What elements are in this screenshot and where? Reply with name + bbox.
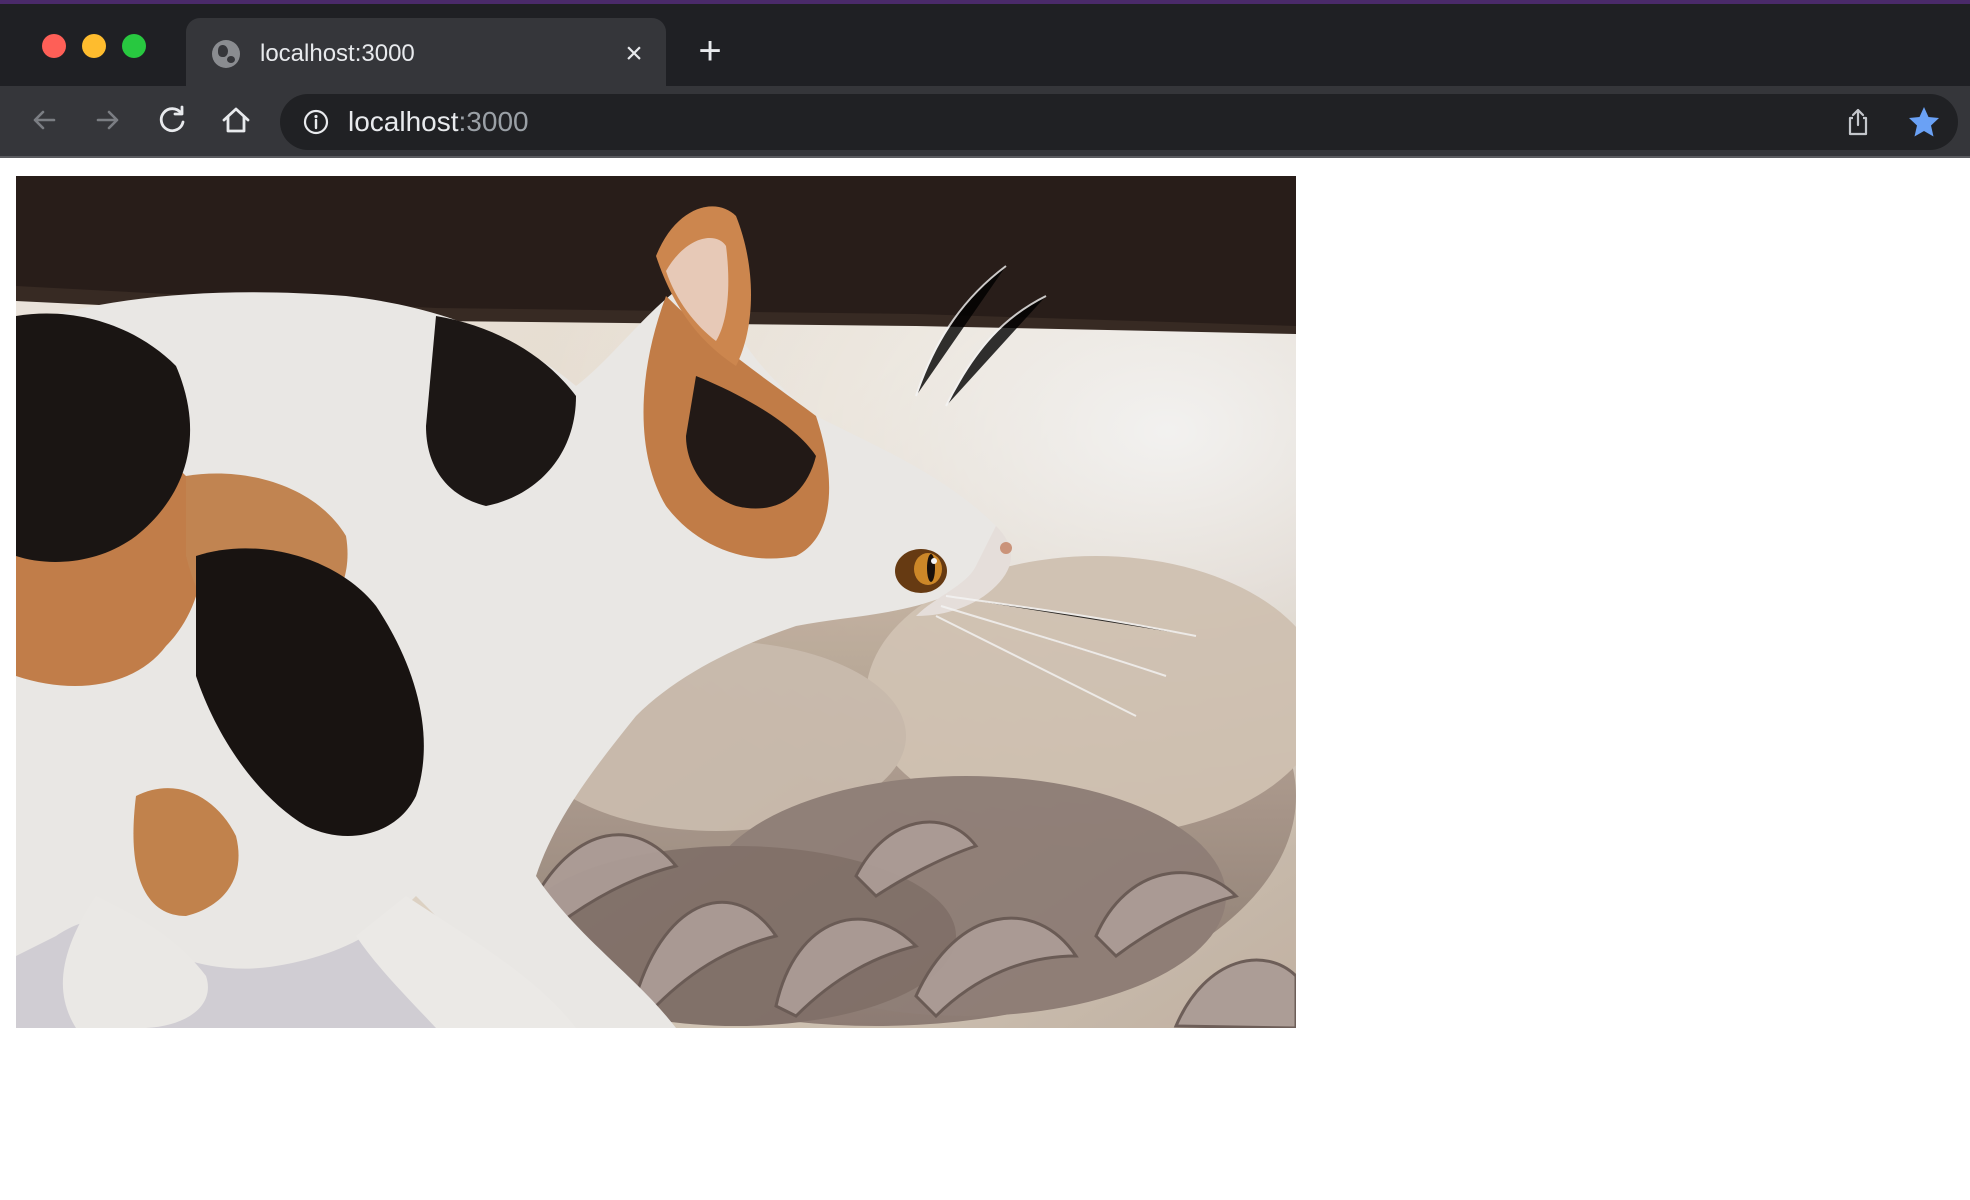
minimize-window-button[interactable] (82, 34, 106, 58)
tab-localhost[interactable]: localhost:3000 × (186, 18, 666, 90)
address-bar[interactable]: localhost:3000 (280, 94, 1958, 150)
url-host: localhost (348, 106, 459, 137)
share-icon[interactable] (1842, 106, 1874, 138)
arrow-right-icon (96, 110, 119, 130)
tab-title: localhost:3000 (260, 40, 415, 67)
url-text[interactable]: localhost:3000 (348, 106, 529, 138)
browser-window: localhost:3000 × + localhost:3000 (0, 0, 1970, 1200)
plus-icon[interactable]: + (692, 31, 728, 71)
forward-button[interactable] (88, 100, 128, 140)
home-icon (222, 107, 250, 133)
photo-image (16, 176, 1296, 1028)
globe-icon (212, 40, 240, 68)
star-icon[interactable] (1906, 104, 1942, 140)
maximize-window-button[interactable] (122, 34, 146, 58)
url-port: :3000 (458, 106, 529, 137)
browser-toolbar: localhost:3000 (0, 86, 1970, 158)
close-window-button[interactable] (42, 34, 66, 58)
reload-button[interactable] (152, 100, 192, 140)
page-viewport (0, 158, 1970, 1200)
reload-icon (159, 105, 185, 132)
home-button[interactable] (216, 100, 256, 140)
tab-strip: localhost:3000 × + (0, 0, 1970, 90)
kitten-photo (16, 176, 1296, 1028)
info-icon[interactable] (302, 108, 330, 136)
back-button[interactable] (24, 100, 64, 140)
close-icon[interactable]: × (620, 39, 648, 69)
arrow-left-icon (33, 110, 56, 130)
